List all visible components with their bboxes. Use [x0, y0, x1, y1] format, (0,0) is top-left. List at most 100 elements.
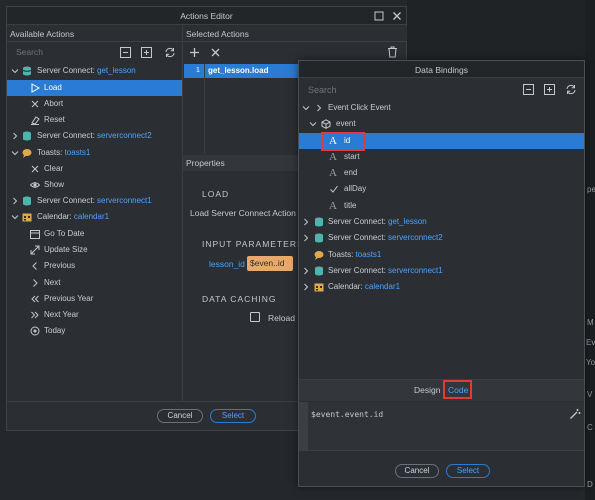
trash-icon[interactable] — [387, 46, 398, 58]
expand-all-icon[interactable] — [544, 84, 555, 95]
reload-checkbox[interactable] — [250, 312, 260, 322]
actions-editor-cancel-button[interactable]: Cancel — [157, 409, 203, 423]
tree-label: Server Connect: — [328, 266, 389, 275]
binding-server-connect-get-lesson[interactable]: Server Connect: get_lesson — [299, 214, 584, 230]
text-icon: A — [329, 151, 337, 163]
binding-server-connect-serverconnect2[interactable]: Server Connect: serverconnect2 — [299, 230, 584, 246]
binding-event-click-event[interactable]: Event Click Event — [299, 100, 584, 116]
selected-action-index: 1 — [196, 67, 200, 74]
chevron-down-icon[interactable] — [10, 66, 20, 76]
tree-label: Server Connect: — [37, 131, 98, 140]
add-icon[interactable] — [189, 47, 200, 58]
tree-server-connect-serverconnect1[interactable]: Server Connect: serverconnect1 — [7, 193, 182, 209]
data-bindings-footer-divider — [299, 450, 584, 451]
tree-action-previous[interactable]: Previous — [7, 258, 182, 274]
tree-action-today[interactable]: Today — [7, 323, 182, 339]
param-value-field[interactable]: $even..id — [247, 256, 293, 271]
tree-action-update-size[interactable]: Update Size — [7, 242, 182, 258]
available-actions-search-input[interactable]: Search — [7, 44, 117, 60]
collapse-all-icon[interactable] — [523, 84, 534, 95]
tree-server-connect-serverconnect2[interactable]: Server Connect: serverconnect2 — [7, 128, 182, 144]
chevron-right-icon[interactable] — [301, 282, 311, 292]
database-icon — [314, 217, 324, 227]
chevron-right-icon[interactable] — [301, 233, 311, 243]
selected-action-row[interactable]: 1 get_lesson.load — [184, 64, 299, 78]
tree-label: Go To Date — [44, 229, 85, 238]
tree-action-next-year[interactable]: Next Year — [7, 307, 182, 323]
chevron-down-icon[interactable] — [301, 103, 311, 113]
bg-fragment-6: C — [587, 423, 593, 432]
remove-icon[interactable] — [210, 47, 221, 58]
play-icon — [30, 83, 40, 93]
chevron-right-icon[interactable] — [10, 131, 20, 141]
refresh-icon[interactable] — [164, 47, 175, 58]
chevron-right-icon[interactable] — [301, 217, 311, 227]
code-text[interactable]: $event.event.id — [311, 410, 383, 419]
tree-name: serverconnect1 — [388, 266, 443, 275]
tree-label: Server Connect: — [37, 196, 98, 205]
speech-bubble-icon — [22, 148, 32, 158]
magic-wand-icon[interactable] — [569, 408, 581, 420]
binding-title[interactable]: A title — [299, 198, 584, 214]
tree-name: serverconnect2 — [388, 233, 443, 242]
data-bindings-search-input[interactable]: Search — [299, 82, 499, 98]
chevron-down-icon[interactable] — [10, 148, 20, 158]
tree-action-abort[interactable]: Abort — [7, 96, 182, 112]
expand-all-icon[interactable] — [141, 47, 152, 58]
binding-toasts[interactable]: Toasts: toasts1 — [299, 247, 584, 263]
double-chevron-right-icon — [30, 310, 40, 320]
maximize-icon[interactable] — [373, 10, 385, 22]
data-bindings-titlebar: Data Bindings — [299, 61, 584, 78]
properties-header: Properties — [183, 155, 300, 171]
tree-name: serverconnect1 — [97, 196, 152, 205]
tree-action-previous-year[interactable]: Previous Year — [7, 291, 182, 307]
tree-label: Previous Year — [44, 294, 94, 303]
binding-allday[interactable]: allDay — [299, 181, 584, 197]
tree-action-go-to-date[interactable]: Go To Date — [7, 226, 182, 242]
tree-action-next[interactable]: Next — [7, 275, 182, 291]
binding-calendar[interactable]: Calendar: calendar1 — [299, 279, 584, 295]
x-icon — [30, 164, 40, 174]
tree-server-connect-get-lesson[interactable]: Server Connect: get_lesson — [7, 63, 182, 79]
tree-name: serverconnect2 — [97, 131, 152, 140]
binding-event[interactable]: event — [299, 116, 584, 132]
tree-label: Server Connect: — [328, 217, 389, 226]
tab-design[interactable]: Design — [414, 385, 440, 395]
tree-toasts[interactable]: Toasts: toasts1 — [7, 145, 182, 161]
data-bindings-select-button[interactable]: Select — [446, 464, 490, 478]
actions-editor-select-button[interactable]: Select — [210, 409, 256, 423]
bg-fragment-1: pe — [587, 185, 595, 194]
tree-calendar[interactable]: Calendar: calendar1 — [7, 209, 182, 225]
tree-action-clear[interactable]: Clear — [7, 161, 182, 177]
tree-label: Calendar: — [328, 282, 365, 291]
collapse-all-icon[interactable] — [120, 47, 131, 58]
tree-action-reset[interactable]: Reset — [7, 112, 182, 128]
binding-server-connect-serverconnect1[interactable]: Server Connect: serverconnect1 — [299, 263, 584, 279]
code-editor[interactable]: $event.event.id — [299, 402, 584, 450]
chevron-down-icon[interactable] — [308, 119, 318, 129]
resize-icon — [30, 245, 40, 255]
tree-action-load[interactable]: Load — [7, 80, 182, 96]
tree-label: Previous — [44, 261, 76, 270]
chevron-down-icon[interactable] — [10, 212, 20, 222]
cube-icon — [321, 119, 331, 129]
load-description: Load Server Connect Action — [190, 208, 296, 218]
eye-icon — [30, 180, 40, 190]
calendar-icon — [314, 282, 324, 292]
database-icon — [22, 66, 32, 76]
selected-actions-header: Selected Actions — [183, 26, 407, 42]
chevron-right-icon[interactable] — [10, 196, 20, 206]
data-bindings-cancel-button[interactable]: Cancel — [395, 464, 439, 478]
tree-action-show[interactable]: Show — [7, 177, 182, 193]
close-icon[interactable] — [391, 10, 403, 22]
binding-start[interactable]: A start — [299, 149, 584, 165]
refresh-icon[interactable] — [565, 84, 576, 95]
chevron-right-icon — [30, 278, 40, 288]
binding-end[interactable]: A end — [299, 165, 584, 181]
tree-label: Toasts: — [328, 250, 356, 259]
chevron-right-icon[interactable] — [301, 266, 311, 276]
target-icon — [30, 326, 40, 336]
tree-label: start — [344, 152, 360, 161]
data-caching-heading: DATA CACHING — [202, 294, 277, 304]
tree-label: allDay — [344, 184, 367, 193]
